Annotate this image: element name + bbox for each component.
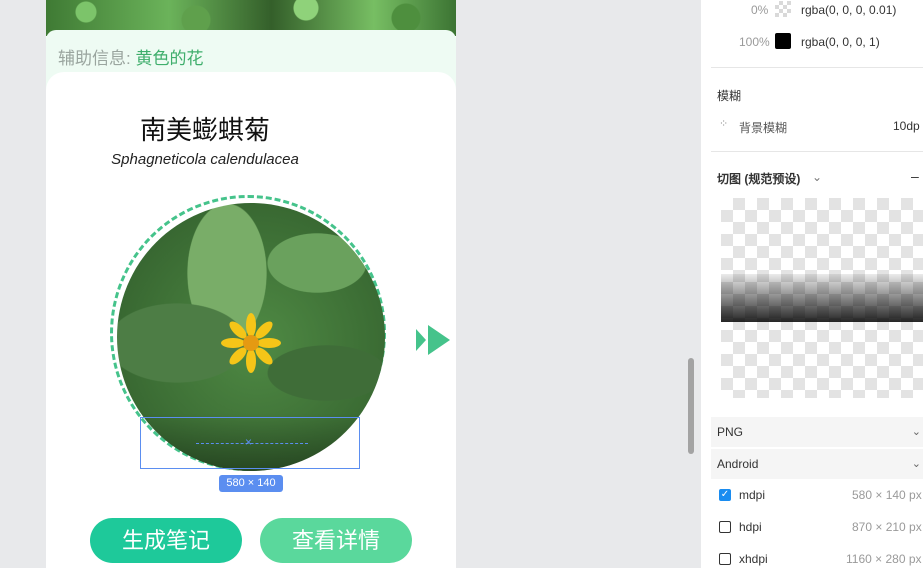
- stop-1-position[interactable]: 100%: [739, 35, 770, 49]
- chevron-down-icon: ⌄: [911, 426, 921, 438]
- hint-value: 黄色的花: [135, 49, 204, 68]
- blur-value[interactable]: 10dp: [893, 119, 920, 133]
- hint-prefix: 辅助信息:: [58, 49, 131, 68]
- divider: [711, 67, 923, 68]
- remove-icon[interactable]: –: [911, 168, 919, 184]
- density-size: 1160 × 280 px: [846, 552, 922, 566]
- platform-value: Android: [717, 457, 759, 471]
- plant-name: 南美蟛蜞菊: [139, 115, 270, 145]
- stop-0-position[interactable]: 0%: [751, 3, 768, 17]
- selection-size-badge: 580 × 140: [219, 475, 283, 492]
- view-details-button[interactable]: 查看详情: [260, 518, 412, 563]
- hint-text: 辅助信息: 黄色的花: [58, 44, 203, 69]
- generate-note-button[interactable]: 生成笔记: [90, 518, 242, 563]
- mdpi-checkbox[interactable]: ✓: [719, 489, 731, 501]
- plant-latin-name: Sphagneticola calendulacea: [111, 151, 299, 168]
- divider: [711, 151, 923, 152]
- density-size: 870 × 210 px: [852, 520, 922, 534]
- density-name: mdpi: [739, 488, 766, 502]
- format-value: PNG: [717, 425, 744, 439]
- density-size: 580 × 140 px: [852, 488, 922, 502]
- blur-icon: ⁘: [719, 118, 729, 130]
- stop-1-swatch[interactable]: [775, 33, 791, 49]
- selection-center-icon: ×: [245, 435, 253, 449]
- inspector-panel: 0% rgba(0, 0, 0, 0.01) 100% rgba(0, 0, 0…: [701, 0, 923, 568]
- blur-section-title: 模糊: [717, 89, 742, 103]
- slice-preview-gradient: [721, 274, 923, 322]
- next-arrows-icon[interactable]: [416, 325, 450, 355]
- stop-0-swatch[interactable]: [775, 1, 791, 17]
- blur-label: 背景模糊: [739, 121, 788, 135]
- stop-1-color[interactable]: rgba(0, 0, 0, 1): [801, 35, 880, 49]
- xhdpi-checkbox[interactable]: [719, 553, 731, 565]
- chevron-down-icon: ⌄: [911, 458, 921, 470]
- hdpi-checkbox[interactable]: [719, 521, 731, 533]
- stop-0-color[interactable]: rgba(0, 0, 0, 0.01): [801, 3, 896, 17]
- flower-image: [221, 313, 281, 373]
- canvas-scrollbar[interactable]: [688, 358, 694, 454]
- slice-preview: [721, 198, 923, 398]
- platform-select[interactable]: Android ⌄: [711, 449, 923, 479]
- selection-box[interactable]: ×: [140, 417, 360, 469]
- format-select[interactable]: PNG ⌄: [711, 417, 923, 447]
- density-name: xhdpi: [739, 552, 768, 566]
- chevron-down-icon[interactable]: ⌄: [812, 170, 822, 184]
- slice-title[interactable]: 切图 (规范预设): [717, 170, 800, 187]
- density-name: hdpi: [739, 520, 762, 534]
